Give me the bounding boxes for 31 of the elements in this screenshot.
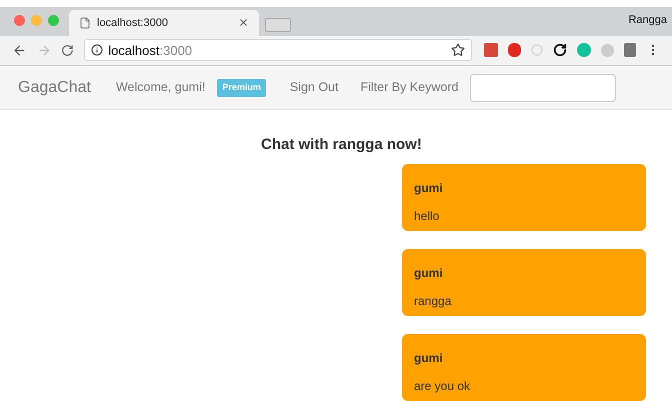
close-window-icon[interactable]	[14, 14, 25, 26]
filter-input[interactable]	[470, 74, 616, 102]
close-icon[interactable]	[238, 17, 249, 28]
page-icon	[79, 16, 91, 29]
back-icon[interactable]	[12, 42, 27, 58]
browser-tab[interactable]: localhost:3000	[69, 10, 259, 36]
reload-icon[interactable]	[61, 44, 74, 57]
url-port: :3000	[160, 42, 192, 60]
message-sender: gumi	[414, 180, 444, 197]
bookmark-star-icon[interactable]	[451, 43, 465, 58]
url-field[interactable]: localhost:3000	[84, 39, 472, 62]
info-icon	[91, 44, 104, 56]
extension-icon[interactable]	[484, 43, 498, 58]
message-sender: gumi	[414, 350, 444, 367]
url-host: localhost	[108, 42, 160, 60]
tab-title: localhost:3000	[97, 16, 169, 31]
message-text: are you ok	[414, 378, 472, 395]
message-sender: gumi	[414, 265, 444, 282]
extension-icon[interactable]	[624, 43, 636, 58]
premium-badge: Premium	[217, 79, 266, 97]
extension-icon[interactable]	[577, 43, 591, 58]
sign-out-link[interactable]: Sign Out	[290, 78, 338, 98]
welcome-text: Welcome, gumi!	[116, 79, 206, 96]
profile-name[interactable]: Rangga	[628, 12, 667, 28]
filter-label: Filter By Keyword	[360, 79, 458, 96]
sync-icon[interactable]	[553, 43, 567, 58]
extension-icon[interactable]	[508, 43, 521, 58]
chat-title: Chat with rangga now!	[261, 134, 422, 154]
message-text: rangga	[414, 293, 452, 310]
message-text: hello	[414, 208, 440, 225]
brand-link[interactable]: GagaChat	[18, 76, 91, 100]
